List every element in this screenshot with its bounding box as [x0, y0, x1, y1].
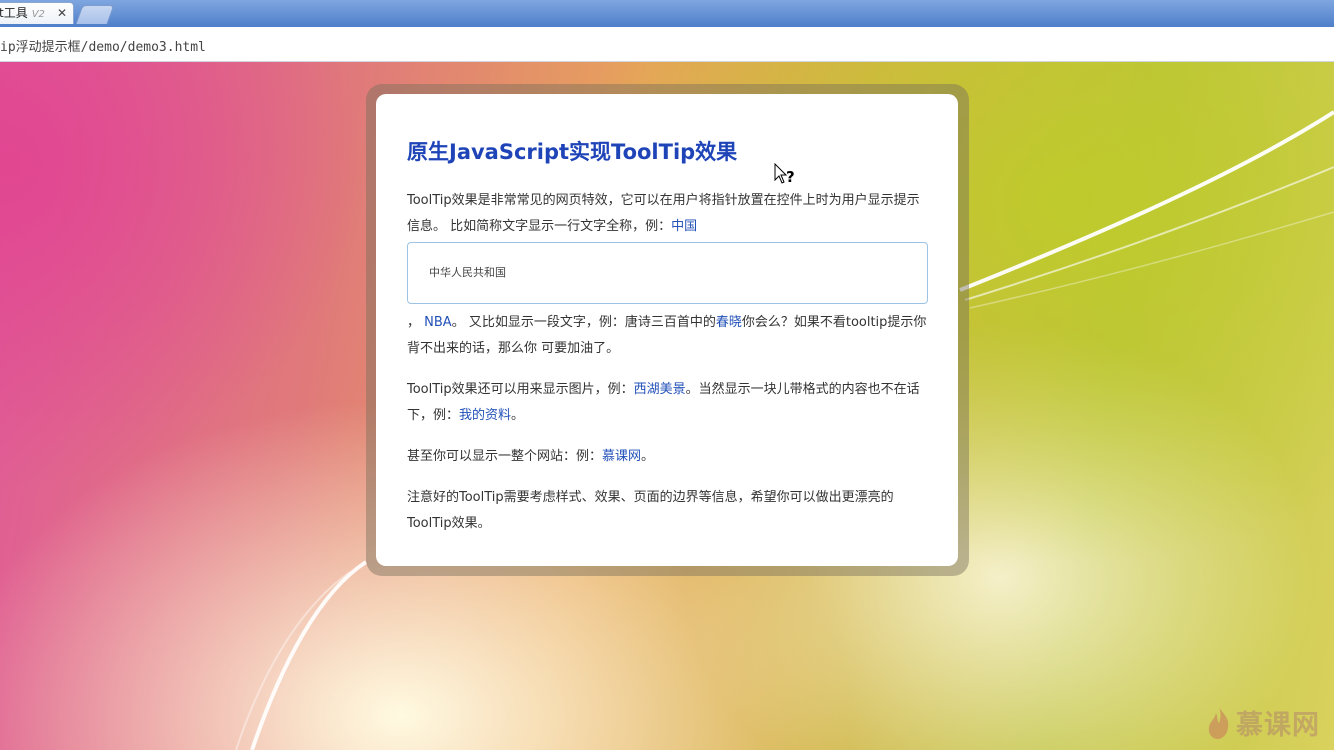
help-cursor-icon: ?: [774, 163, 795, 186]
link-poem[interactable]: 春晓: [716, 315, 742, 330]
address-bar[interactable]: ip浮动提示框/demo/demo3.html: [0, 27, 1334, 62]
intro-text: ToolTip效果是非常常见的网页特效，它可以在用户将指针放置在控件上时为用户显…: [407, 193, 920, 234]
p2-text-b: 。 又比如显示一段文字，例：唐诗三百首中的: [451, 315, 716, 330]
p4-text-b: 。: [641, 449, 655, 464]
flame-logo-icon: [1208, 707, 1229, 739]
intro-paragraph: ToolTip效果是非常常见的网页特效，它可以在用户将指针放置在控件上时为用户显…: [407, 188, 927, 240]
tab-active[interactable]: t工具 V2 ✕: [0, 2, 74, 24]
svg-text:?: ?: [786, 168, 795, 186]
content-card: 原生JavaScript实现ToolTip效果 ToolTip效果是非常常见的网…: [376, 94, 958, 566]
p3-text-a: ToolTip效果还可以用来显示图片，例：: [407, 382, 634, 397]
p3-text-c: 。: [511, 408, 525, 423]
link-imooc[interactable]: 慕课网: [602, 449, 641, 464]
tab-bar: t工具 V2 ✕: [0, 0, 1334, 27]
watermark: 慕课网: [1206, 703, 1320, 742]
tooltip-text: 中华人民共和国: [429, 266, 506, 279]
url-text[interactable]: ip浮动提示框/demo/demo3.html: [0, 36, 206, 55]
new-tab-button[interactable]: [75, 5, 115, 24]
image-paragraph: ToolTip效果还可以用来显示图片，例：西湖美景。当然显示一块儿带格式的内容也…: [407, 377, 927, 429]
tab-title: t工具: [0, 6, 28, 20]
page-title: 原生JavaScript实现ToolTip效果: [407, 140, 738, 164]
page-background: 原生JavaScript实现ToolTip效果 ToolTip效果是非常常见的网…: [0, 62, 1334, 750]
link-west-lake[interactable]: 西湖美景: [634, 382, 686, 397]
link-china[interactable]: 中国: [671, 219, 697, 234]
note-paragraph: 注意好的ToolTip需要考虑样式、效果、页面的边界等信息，希望你可以做出更漂亮…: [407, 490, 894, 531]
watermark-text: 慕课网: [1236, 710, 1320, 741]
close-tab-icon[interactable]: ✕: [57, 3, 67, 24]
tooltip-popup: 中华人民共和国: [407, 242, 928, 304]
link-my-profile[interactable]: 我的资料: [459, 408, 511, 423]
link-nba[interactable]: NBA: [424, 315, 452, 330]
site-paragraph: 甚至你可以显示一整个网站：例：慕课网。: [407, 444, 927, 470]
p2-text-a: ，: [407, 315, 425, 330]
nba-paragraph: ， NBA。 又比如显示一段文字，例：唐诗三百首中的春晓你会么？如果不看tool…: [407, 310, 927, 362]
p4-text-a: 甚至你可以显示一整个网站：例：: [407, 449, 603, 464]
tab-version: V2: [31, 9, 45, 20]
